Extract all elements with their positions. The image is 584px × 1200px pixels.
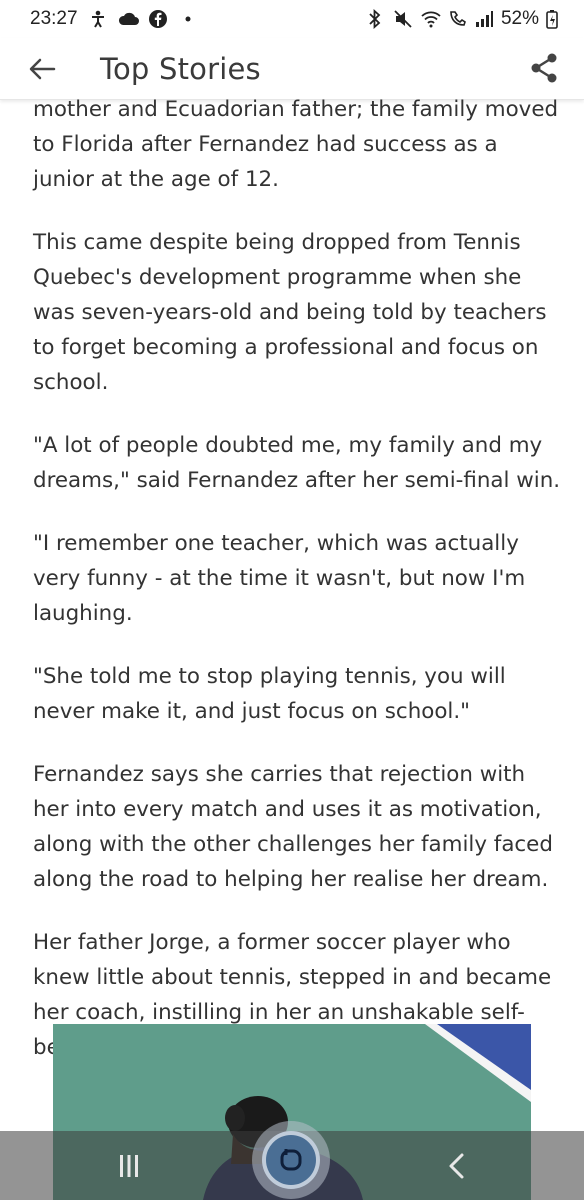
signal-icon bbox=[474, 9, 494, 29]
article-paragraph: This came despite being dropped from Ten… bbox=[33, 230, 547, 395]
article-paragraph: "I remember one teacher, which was actua… bbox=[33, 531, 526, 626]
article-paragraph: "She told me to stop playing tennis, you… bbox=[33, 664, 506, 724]
nav-back-icon bbox=[449, 1153, 464, 1179]
status-left: 23:27 bbox=[30, 8, 198, 30]
status-right: 52% bbox=[366, 8, 566, 30]
back-button[interactable] bbox=[12, 47, 72, 91]
mute-icon bbox=[393, 9, 413, 29]
page-title: Top Stories bbox=[100, 51, 261, 86]
share-icon bbox=[531, 53, 557, 83]
article-body: mother and Ecuadorian father; the family… bbox=[33, 92, 563, 1093]
home-button[interactable] bbox=[252, 1121, 330, 1199]
home-icon bbox=[262, 1131, 320, 1189]
nav-back-button[interactable] bbox=[444, 1151, 470, 1181]
wifi-icon bbox=[420, 9, 441, 29]
wifi-calling-icon bbox=[447, 9, 467, 29]
dot-icon bbox=[178, 9, 198, 29]
battery-icon bbox=[546, 9, 566, 29]
status-time: 23:27 bbox=[30, 8, 78, 29]
share-button[interactable] bbox=[522, 46, 566, 90]
accessibility-icon bbox=[88, 9, 108, 29]
article-paragraph: "A lot of people doubted me, my family a… bbox=[33, 433, 561, 493]
status-bar: 23:27 52% bbox=[0, 0, 584, 38]
bluetooth-icon bbox=[366, 8, 386, 30]
article-paragraph: mother and Ecuadorian father; the family… bbox=[33, 97, 559, 192]
recent-apps-icon bbox=[120, 1155, 138, 1177]
cloud-icon bbox=[118, 9, 139, 29]
facebook-icon bbox=[148, 9, 168, 29]
battery-percent: 52% bbox=[500, 8, 539, 29]
app-bar: Top Stories bbox=[0, 38, 584, 100]
article-paragraph: Fernandez says she carries that rejectio… bbox=[33, 762, 553, 892]
arrow-left-icon bbox=[29, 58, 56, 79]
recent-apps-button[interactable] bbox=[112, 1153, 146, 1179]
